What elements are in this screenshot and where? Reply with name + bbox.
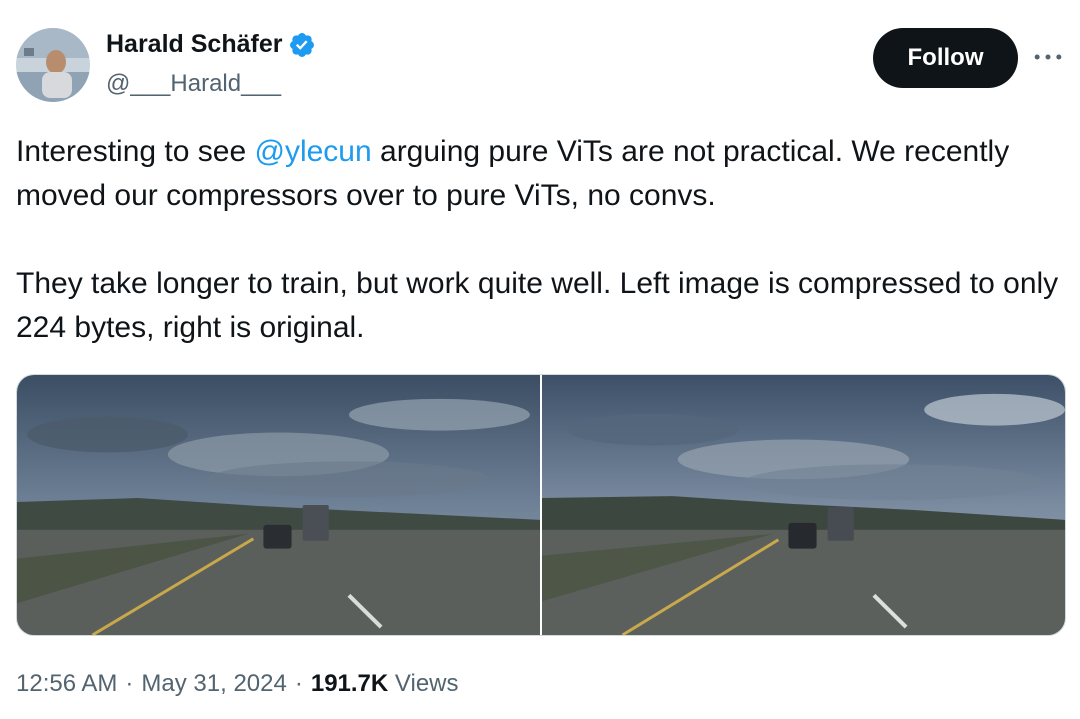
tweet-media xyxy=(16,374,1066,636)
verified-badge-icon[interactable] xyxy=(288,31,316,59)
tweet-paragraph-2: They take longer to train, but work quit… xyxy=(16,267,1059,344)
tweet-meta: 12:56 AM · May 31, 2024 · 191.7K Views xyxy=(16,670,459,698)
views-count: 191.7K xyxy=(310,670,389,697)
compressed-road-image[interactable] xyxy=(17,375,540,635)
tweet-text-intro: Interesting to see xyxy=(16,135,255,168)
avatar[interactable] xyxy=(16,28,90,102)
more-icon[interactable] xyxy=(1030,42,1066,72)
tweet-text: Interesting to see @ylecun arguing pure … xyxy=(16,130,1066,350)
follow-button[interactable]: Follow xyxy=(873,28,1018,88)
views-group[interactable]: 191.7K Views xyxy=(311,670,459,698)
tweet-paragraph-1: Interesting to see @ylecun arguing pure … xyxy=(16,130,1066,218)
tweet-date[interactable]: May 31, 2024 xyxy=(141,670,286,698)
mention-link[interactable]: @ylecun xyxy=(254,135,371,168)
original-road-image[interactable] xyxy=(542,375,1065,635)
author-name[interactable]: Harald Schäfer xyxy=(106,30,282,59)
views-label: Views xyxy=(394,670,459,697)
meta-separator: · xyxy=(125,670,134,697)
author-name-row: Harald Schäfer xyxy=(106,30,316,59)
author-handle[interactable]: @___Harald___ xyxy=(106,70,281,98)
tweet-time[interactable]: 12:56 AM xyxy=(16,670,117,698)
meta-separator: · xyxy=(294,670,303,697)
